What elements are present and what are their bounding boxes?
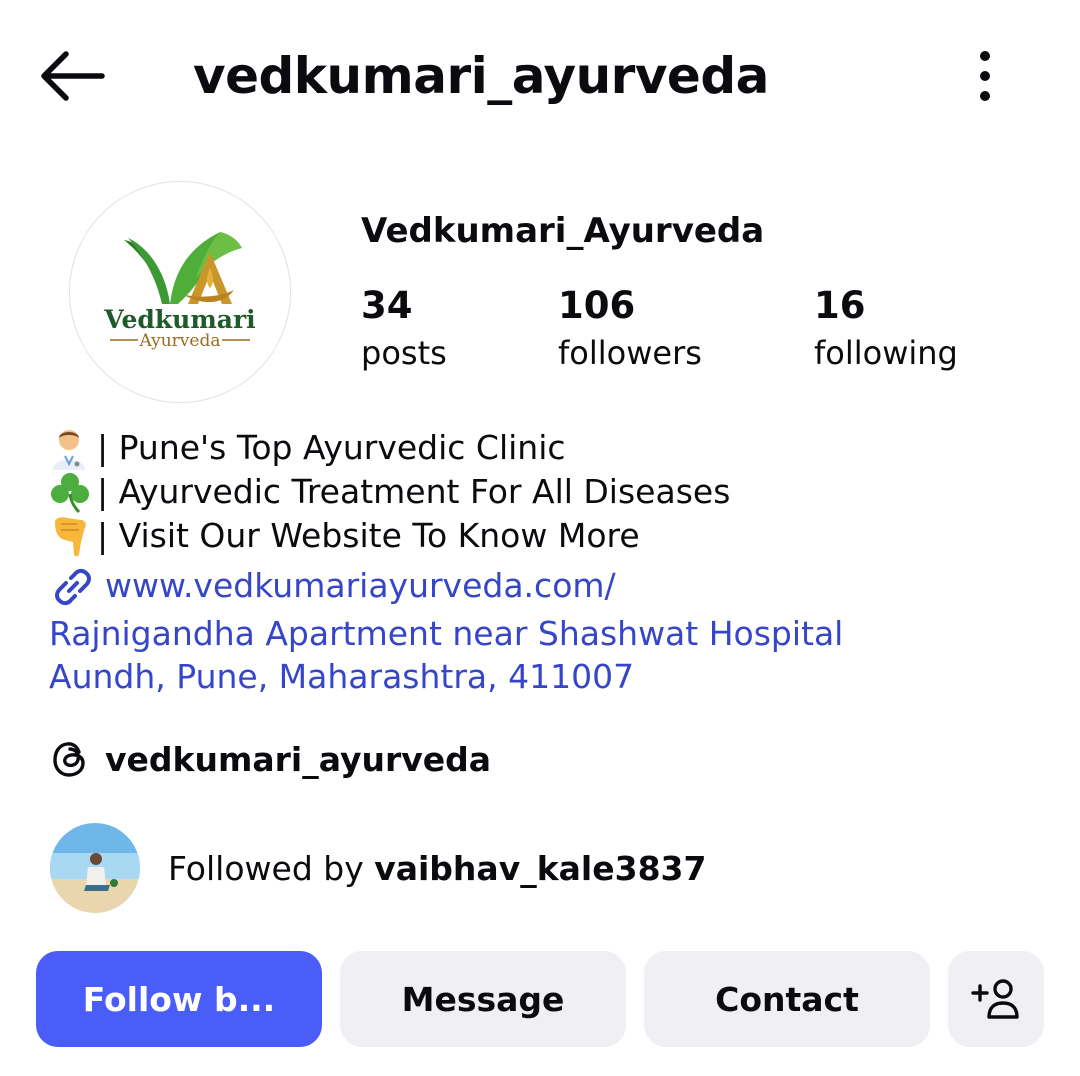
followed-by[interactable]: Followed by vaibhav_kale3837	[50, 822, 706, 914]
shamrock-emoji-icon	[47, 470, 93, 514]
link-icon	[55, 568, 91, 606]
threads-handle: vedkumari_ayurveda	[105, 739, 492, 779]
bio-line: | Visit Our Website To Know More	[47, 514, 730, 558]
address-line-2: Aundh, Pune, Maharashtra, 411007	[49, 657, 635, 696]
top-bar: vedkumari_ayurveda	[0, 0, 1080, 150]
bio-line: | Pune's Top Ayurvedic Clinic	[47, 426, 730, 470]
bio-text: | Ayurvedic Treatment For All Diseases	[97, 472, 731, 511]
address-link[interactable]: Rajnigandha Apartment near Shashwat Hosp…	[49, 612, 843, 698]
posts-label: posts	[361, 334, 447, 372]
follower-avatar	[50, 823, 140, 913]
bio-line: | Ayurvedic Treatment For All Diseases	[47, 470, 730, 514]
arrow-left-icon	[41, 51, 105, 101]
website-url: www.vedkumariayurveda.com/	[105, 565, 616, 605]
follow-back-button[interactable]: Follow b...	[36, 951, 322, 1047]
bio-text: | Pune's Top Ayurvedic Clinic	[97, 428, 566, 467]
website-link[interactable]: www.vedkumariayurveda.com/	[47, 563, 616, 607]
suggest-accounts-button[interactable]	[948, 951, 1044, 1047]
contact-button[interactable]: Contact	[644, 951, 930, 1047]
more-options-button[interactable]	[962, 46, 1008, 108]
back-button[interactable]	[36, 48, 108, 104]
threads-icon	[53, 742, 85, 777]
following-count: 16	[814, 284, 866, 327]
followed-by-prefix: Followed by	[168, 848, 375, 888]
vertical-dots-icon	[980, 51, 990, 101]
pointing-down-emoji-icon	[47, 514, 93, 558]
threads-badge[interactable]: vedkumari_ayurveda	[48, 734, 491, 784]
svg-text:Vedkumari: Vedkumari	[103, 305, 255, 334]
posts-count: 34	[361, 284, 413, 327]
profile-avatar[interactable]: Vedkumari Ayurveda	[69, 181, 291, 403]
svg-text:Ayurveda: Ayurveda	[139, 331, 221, 351]
message-button[interactable]: Message	[340, 951, 626, 1047]
followed-by-username: vaibhav_kale3837	[374, 848, 707, 888]
followers-count: 106	[558, 284, 636, 327]
address-line-1: Rajnigandha Apartment near Shashwat Hosp…	[49, 614, 844, 653]
profile-display-name: Vedkumari_Ayurveda	[361, 211, 765, 251]
doctor-emoji-icon	[47, 426, 93, 470]
stat-followers[interactable]: 106 followers	[558, 283, 702, 377]
followed-by-text: Followed by vaibhav_kale3837	[168, 849, 706, 888]
stat-posts[interactable]: 34 posts	[361, 283, 447, 377]
followers-label: followers	[558, 334, 702, 372]
page-title: vedkumari_ayurveda	[193, 47, 769, 105]
add-person-icon	[971, 979, 1019, 1019]
stat-following[interactable]: 16 following	[814, 283, 958, 377]
following-label: following	[814, 334, 958, 372]
bio: | Pune's Top Ayurvedic Clinic | Ayurvedi…	[47, 426, 730, 558]
vedkumari-logo: Vedkumari Ayurveda	[103, 232, 256, 351]
bio-text: | Visit Our Website To Know More	[97, 516, 640, 555]
